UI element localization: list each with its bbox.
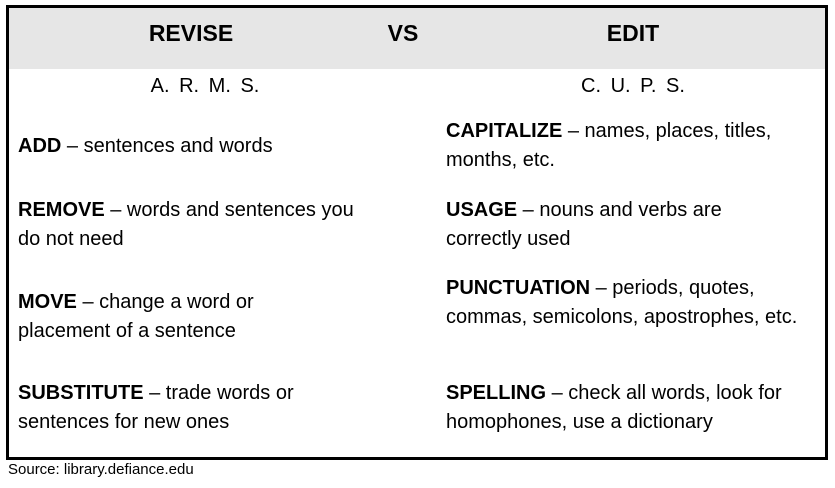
revise-item-substitute: SUBSTITUTE – trade words or sentences fo… — [18, 379, 338, 437]
revise-acronym: A. R. M. S. — [150, 75, 260, 97]
table-header: REVISE VS EDIT — [9, 8, 825, 69]
revise-heading: REVISE — [148, 20, 234, 46]
term: REMOVE — [18, 199, 105, 221]
description: – sentences and words — [61, 135, 273, 157]
revise-item-move: MOVE – change a word or placement of a s… — [18, 288, 288, 346]
revise-vs-edit-table: REVISE VS EDIT A. R. M. S. C. U. P. S. A… — [6, 5, 828, 460]
term: SUBSTITUTE — [18, 382, 144, 404]
vs-heading: VS — [387, 20, 419, 46]
edit-heading: EDIT — [606, 20, 660, 46]
term: CAPITALIZE — [446, 120, 563, 142]
term: MOVE — [18, 291, 77, 313]
term: SPELLING — [446, 382, 547, 404]
revise-item-add: ADD – sentences and words — [18, 132, 398, 161]
revise-item-remove: REMOVE – words and sentences you do not … — [18, 196, 358, 254]
term: ADD — [18, 135, 62, 157]
edit-item-usage: USAGE – nouns and verbs are correctly us… — [446, 196, 766, 254]
term: PUNCTUATION — [446, 277, 591, 299]
edit-item-capitalize: CAPITALIZE – names, places, titles, mont… — [446, 117, 816, 175]
source-caption: Source: library.defiance.edu — [8, 461, 194, 478]
edit-item-punctuation: PUNCTUATION – periods, quotes, commas, s… — [446, 274, 806, 332]
edit-item-spelling: SPELLING – check all words, look for hom… — [446, 379, 821, 437]
edit-acronym: C. U. P. S. — [581, 75, 685, 97]
term: USAGE — [446, 199, 518, 221]
